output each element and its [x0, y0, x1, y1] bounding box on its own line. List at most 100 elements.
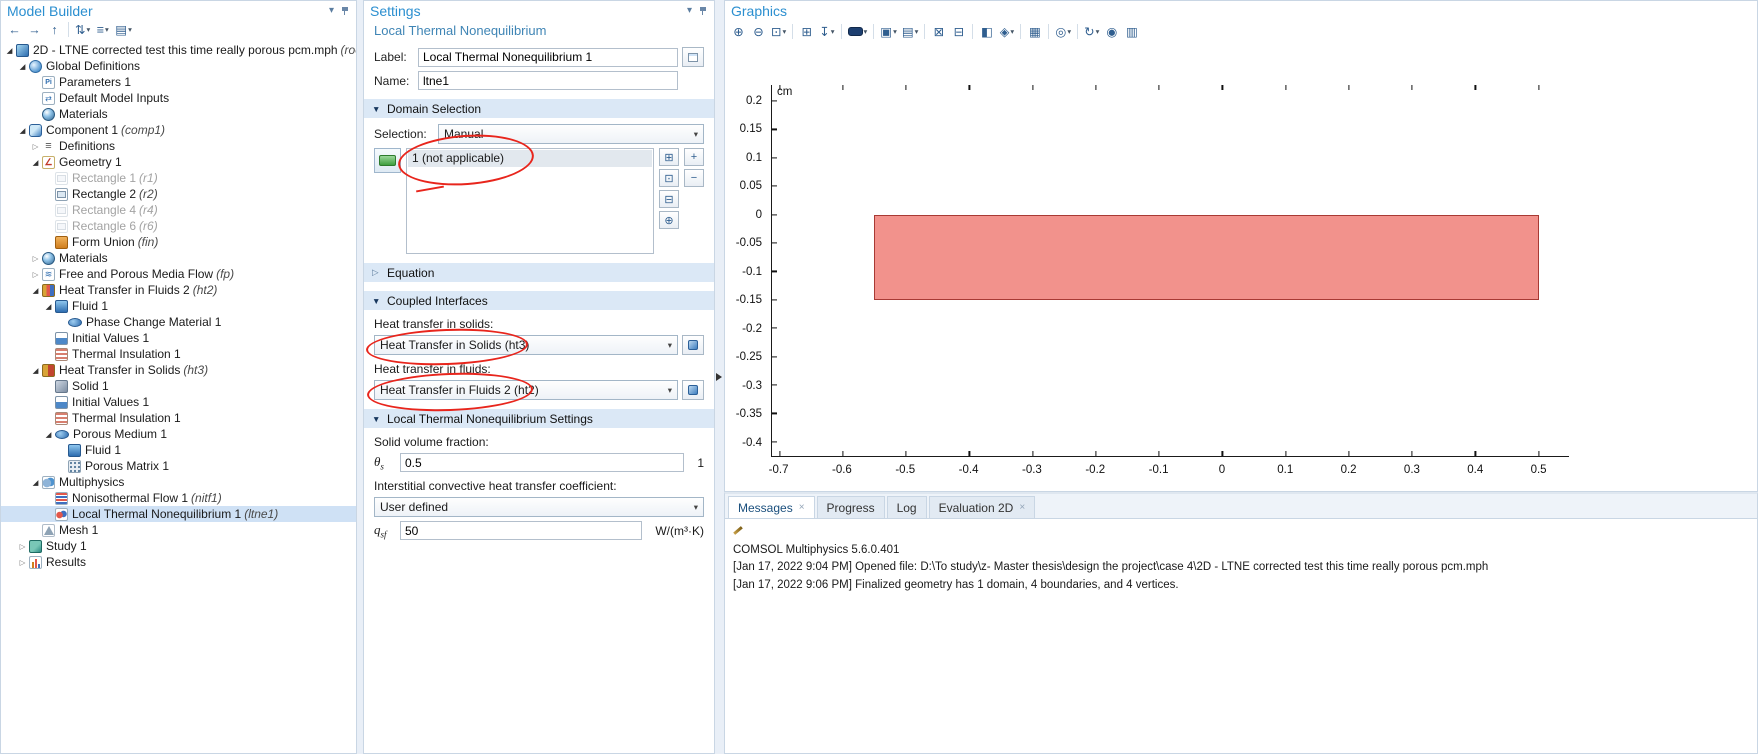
- theta-s-input[interactable]: [400, 453, 684, 472]
- expander-icon[interactable]: ▷: [30, 270, 41, 279]
- geometry-domain-rectangle[interactable]: [874, 215, 1538, 300]
- domain-list-item[interactable]: 1 (not applicable): [408, 150, 652, 167]
- go-to-solids-source-button[interactable]: [682, 335, 704, 355]
- tree-item-free-and-porous-media-flow[interactable]: ▷Free and Porous Media Flow(fp): [1, 266, 356, 282]
- node-text-icon[interactable]: ▤▾: [113, 20, 134, 39]
- tree-item-global-definitions[interactable]: ◢Global Definitions: [1, 58, 356, 74]
- print-icon[interactable]: ▥: [1122, 22, 1141, 41]
- tree-item-geometry-1[interactable]: ◢Geometry 1: [1, 154, 356, 170]
- go-to-default-view-icon[interactable]: ↧▾: [817, 22, 836, 41]
- tree-item-materials[interactable]: Materials: [1, 106, 356, 122]
- expander-icon[interactable]: ◢: [30, 366, 41, 375]
- plot-area[interactable]: cm: [771, 85, 1569, 457]
- tab-evaluation-2d[interactable]: Evaluation 2D×: [929, 496, 1036, 518]
- tree-item-fluid-1[interactable]: ◢Fluid 1: [1, 298, 356, 314]
- tree-item-default-model-inputs[interactable]: Default Model Inputs: [1, 90, 356, 106]
- remove-from-selection-button[interactable]: −: [684, 169, 704, 187]
- link-selection-button[interactable]: ⊞: [659, 148, 679, 166]
- zoom-extents-icon[interactable]: ⊞: [797, 22, 816, 41]
- label-input[interactable]: [418, 48, 678, 67]
- expander-icon[interactable]: ◢: [30, 158, 41, 167]
- tab-progress[interactable]: Progress: [817, 496, 885, 518]
- color-theme-icon[interactable]: ▾: [846, 22, 870, 41]
- tab-close-icon[interactable]: ×: [1019, 502, 1025, 513]
- transparency-icon[interactable]: ◧: [977, 22, 996, 41]
- tree-item-rectangle-6[interactable]: Rectangle 6(r6): [1, 218, 356, 234]
- tree-item-heat-transfer-in-solids[interactable]: ◢Heat Transfer in Solids(ht3): [1, 362, 356, 378]
- tab-close-icon[interactable]: ×: [799, 502, 805, 513]
- domain-selection-list[interactable]: 1 (not applicable): [406, 148, 654, 254]
- tree-item-nonisothermal-flow-1[interactable]: Nonisothermal Flow 1(nitf1): [1, 490, 356, 506]
- zoom-in-icon[interactable]: ⊕: [729, 22, 748, 41]
- active-selection-toggle[interactable]: [374, 148, 401, 173]
- pin-icon[interactable]: [340, 6, 350, 16]
- zoom-out-icon[interactable]: ⊖: [749, 22, 768, 41]
- expander-icon[interactable]: ▷: [30, 254, 41, 263]
- section-domain-selection[interactable]: Domain Selection: [364, 99, 714, 118]
- selection-colors-icon[interactable]: ◎▾: [1053, 22, 1073, 41]
- tree-item-definitions[interactable]: ▷Definitions: [1, 138, 356, 154]
- tab-messages[interactable]: Messages×: [728, 496, 815, 518]
- tree-item-thermal-insulation-1[interactable]: Thermal Insulation 1: [1, 410, 356, 426]
- paste-selection-button[interactable]: ⊟: [659, 190, 679, 208]
- tree-item-solid-1[interactable]: Solid 1: [1, 378, 356, 394]
- expander-icon[interactable]: ▷: [17, 542, 28, 551]
- tree-item-local-thermal-nonequilibrium-1[interactable]: Local Thermal Nonequilibrium 1(ltne1): [1, 506, 356, 522]
- up-arrow-icon[interactable]: ↑: [45, 20, 64, 39]
- tree-item-2d-ltne-corrected-test-this-time-really-porous-pcm-mph[interactable]: ◢2D - LTNE corrected test this time real…: [1, 42, 356, 58]
- expander-icon[interactable]: ◢: [30, 286, 41, 295]
- zoom-box-icon[interactable]: ⊡▾: [769, 22, 788, 41]
- tree-item-mesh-1[interactable]: Mesh 1: [1, 522, 356, 538]
- measure-icon[interactable]: ▦: [1025, 22, 1044, 41]
- tree-item-parameters-1[interactable]: Parameters 1: [1, 74, 356, 90]
- expander-icon[interactable]: ▷: [17, 558, 28, 567]
- plot-refresh-icon[interactable]: ↻▾: [1082, 22, 1101, 41]
- image-export-icon[interactable]: ▣▾: [878, 22, 899, 41]
- q-sf-input[interactable]: [400, 521, 642, 540]
- rename-button[interactable]: [682, 47, 704, 67]
- deselect-box-icon[interactable]: ⊟: [949, 22, 968, 41]
- plot-canvas[interactable]: cm 0.20.150.10.050-0.05-0.1-0.15-0.2-0.2…: [725, 43, 1757, 491]
- tree-item-form-union[interactable]: Form Union(fin): [1, 234, 356, 250]
- tree-item-rectangle-2[interactable]: Rectangle 2(r2): [1, 186, 356, 202]
- expander-icon[interactable]: ◢: [4, 46, 15, 55]
- tree-item-initial-values-1[interactable]: Initial Values 1: [1, 330, 356, 346]
- expander-icon[interactable]: ◢: [43, 302, 54, 311]
- go-to-fluids-source-button[interactable]: [682, 380, 704, 400]
- zoom-to-selection-button[interactable]: ⊕: [659, 211, 679, 229]
- show-options-icon[interactable]: ≡▾: [93, 20, 112, 39]
- icc-dropdown[interactable]: User defined: [374, 497, 704, 517]
- name-input[interactable]: [418, 71, 678, 90]
- add-to-selection-button[interactable]: +: [684, 148, 704, 166]
- tree-item-multiphysics[interactable]: ◢Multiphysics: [1, 474, 356, 490]
- tree-item-thermal-insulation-1[interactable]: Thermal Insulation 1: [1, 346, 356, 362]
- move-node-icon[interactable]: ⇅▾: [73, 20, 92, 39]
- pin-icon[interactable]: [698, 6, 708, 16]
- panel-menu-icon[interactable]: ▾: [687, 6, 692, 16]
- snapshot-icon[interactable]: ◉: [1102, 22, 1121, 41]
- tree-item-porous-matrix-1[interactable]: Porous Matrix 1: [1, 458, 356, 474]
- expander-icon[interactable]: ◢: [17, 62, 28, 71]
- tree-item-phase-change-material-1[interactable]: Phase Change Material 1: [1, 314, 356, 330]
- tree-item-results[interactable]: ▷Results: [1, 554, 356, 570]
- tab-log[interactable]: Log: [887, 496, 927, 518]
- panel-menu-icon[interactable]: ▾: [329, 6, 334, 16]
- ht-fluids-dropdown[interactable]: Heat Transfer in Fluids 2 (ht2): [374, 380, 678, 400]
- expander-icon[interactable]: ◢: [43, 430, 54, 439]
- section-equation[interactable]: Equation: [364, 263, 714, 282]
- select-box-icon[interactable]: ⊠: [929, 22, 948, 41]
- back-arrow-icon[interactable]: ←: [5, 20, 24, 39]
- selection-dropdown[interactable]: Manual: [438, 124, 704, 144]
- expander-icon[interactable]: ◢: [30, 478, 41, 487]
- tree-item-study-1[interactable]: ▷Study 1: [1, 538, 356, 554]
- splitter-settings-graphics[interactable]: [715, 0, 724, 754]
- tree-item-rectangle-1[interactable]: Rectangle 1(r1): [1, 170, 356, 186]
- copy-selection-button[interactable]: ⊡: [659, 169, 679, 187]
- section-coupled-interfaces[interactable]: Coupled Interfaces: [364, 291, 714, 310]
- view-options-icon[interactable]: ◈▾: [997, 22, 1016, 41]
- splitter-collapse-icon[interactable]: [716, 373, 722, 381]
- animation-icon[interactable]: ▤▾: [900, 22, 921, 41]
- section-ltne-settings[interactable]: Local Thermal Nonequilibrium Settings: [364, 409, 714, 428]
- tree-item-porous-medium-1[interactable]: ◢Porous Medium 1: [1, 426, 356, 442]
- ht-solids-dropdown[interactable]: Heat Transfer in Solids (ht3): [374, 335, 678, 355]
